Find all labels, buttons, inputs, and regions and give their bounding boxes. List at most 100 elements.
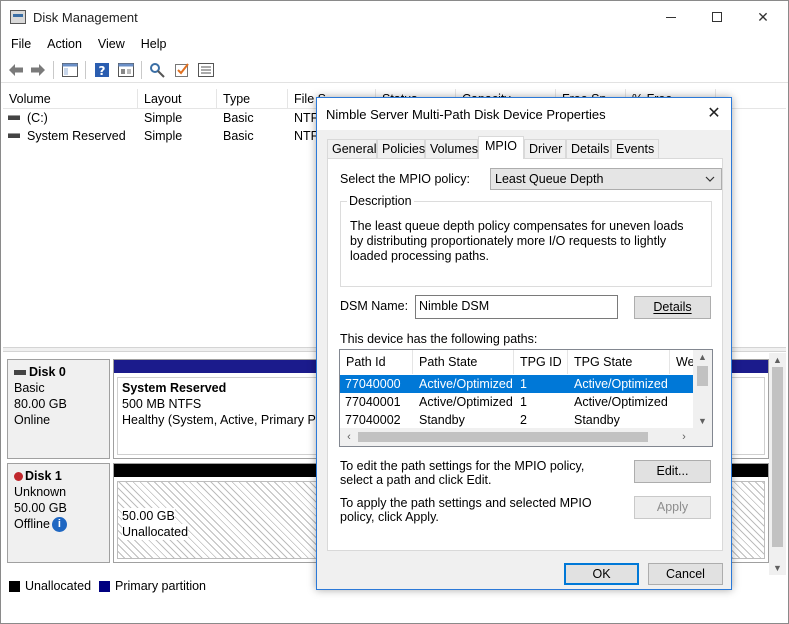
scroll-down-icon[interactable]: ▼ (769, 561, 786, 575)
path-tpg-state: Standby (574, 413, 620, 427)
tab-volumes[interactable]: Volumes (425, 139, 478, 159)
tab-general[interactable]: General (327, 139, 377, 159)
legend-primary-partition: Primary partition (115, 579, 207, 593)
menu-file[interactable]: File (1, 34, 39, 55)
info-icon[interactable]: i (51, 517, 67, 533)
scroll-right-icon[interactable]: › (677, 428, 691, 446)
path-tpg-id: 1 (520, 377, 527, 391)
scroll-up-icon[interactable]: ▲ (693, 350, 712, 364)
edit-button[interactable]: Edit... (634, 460, 711, 483)
menu-action[interactable]: Action (39, 34, 90, 55)
dialog-close-button[interactable]: ✕ (701, 102, 727, 126)
dsm-name-label: DSM Name: (340, 299, 409, 313)
close-icon: ✕ (757, 8, 769, 25)
column-header-layout[interactable]: Layout (138, 89, 217, 109)
volume-name: System Reserved (27, 129, 126, 143)
scrollbar-thumb[interactable] (772, 367, 783, 547)
close-icon: ✕ (707, 105, 721, 122)
back-arrow-icon[interactable] (7, 61, 25, 78)
window-title: Disk Management (33, 10, 138, 25)
properties-icon[interactable] (117, 61, 135, 78)
path-row[interactable]: 77040002 Standby 2 Standby (340, 411, 693, 429)
scrollbar-thumb[interactable] (697, 366, 708, 386)
path-row[interactable]: 77040001 Active/Optimized 1 Active/Optim… (340, 393, 693, 411)
volume-layout: Simple (144, 129, 183, 143)
ok-button-label: OK (592, 567, 611, 581)
mpio-tab-panel: Select the MPIO policy: Least Queue Dept… (327, 158, 723, 551)
close-button[interactable]: ✕ (740, 1, 786, 33)
volume-type: Basic (223, 111, 254, 125)
path-tpg-state: Active/Optimized (574, 395, 668, 409)
tab-driver[interactable]: Driver (524, 139, 566, 159)
path-state: Standby (419, 413, 465, 427)
maximize-button[interactable] (694, 1, 740, 33)
tab-policies[interactable]: Policies (377, 139, 425, 159)
console-tree-icon[interactable] (61, 61, 79, 78)
rescan-icon[interactable] (149, 61, 167, 78)
tab-details[interactable]: Details (566, 139, 611, 159)
paths-vertical-scrollbar[interactable]: ▲ ▼ (693, 350, 712, 428)
scroll-left-icon[interactable]: ‹ (342, 428, 356, 446)
edit-instructions: To edit the path settings for the MPIO p… (340, 459, 585, 487)
disk-list-icon[interactable] (197, 61, 215, 78)
cancel-button[interactable]: Cancel (648, 563, 723, 585)
policy-label: Select the MPIO policy: (340, 172, 470, 186)
toolbar-separator (53, 61, 54, 79)
disk-0-kind: Basic (14, 381, 45, 395)
apply-button[interactable]: Apply (634, 496, 711, 519)
primary-partition-swatch (99, 580, 111, 592)
disk-0-label[interactable]: Disk 0 Basic 80.00 GB Online (7, 359, 110, 459)
disk-1-name: Disk 1 (25, 469, 62, 483)
disk-1-label[interactable]: Disk 1 Unknown 50.00 GB Offline i (7, 463, 110, 563)
menu-view[interactable]: View (90, 34, 133, 55)
graphical-view-scrollbar[interactable]: ▲ ▼ (769, 353, 786, 575)
column-header-volume[interactable]: Volume (3, 89, 138, 109)
mpio-policy-select[interactable]: Least Queue Depth (490, 168, 722, 190)
dsm-name-field[interactable]: Nimble DSM (415, 295, 618, 319)
unallocated-swatch (9, 580, 20, 592)
disk-1-kind: Unknown (14, 485, 67, 499)
minimize-button[interactable] (648, 1, 694, 33)
chevron-down-icon (705, 169, 715, 197)
toolbar: ? (1, 57, 788, 83)
path-tpg-id: 2 (520, 413, 527, 427)
checklist-icon[interactable] (173, 61, 191, 78)
description-title: Description (347, 194, 414, 208)
volume-file-system: NTF (294, 111, 319, 125)
path-id: 77040000 (345, 377, 401, 391)
menu-help[interactable]: Help (133, 34, 175, 55)
paths-horizontal-scrollbar[interactable]: ‹ › (340, 428, 693, 446)
column-header-path-state[interactable]: Path State (413, 350, 514, 374)
column-header-tpg-id[interactable]: TPG ID (514, 350, 568, 374)
paths-list: Path Id Path State TPG ID TPG State We 7… (339, 349, 713, 447)
disk-icon (14, 370, 26, 376)
column-header-tpg-state[interactable]: TPG State (568, 350, 670, 374)
scrollbar-thumb[interactable] (358, 432, 648, 442)
details-button[interactable]: Details (634, 296, 711, 319)
legend-unallocated: Unallocated (25, 579, 92, 593)
forward-arrow-icon[interactable] (29, 61, 47, 78)
tab-events[interactable]: Events (611, 139, 659, 159)
tab-mpio[interactable]: MPIO (478, 136, 524, 159)
dialog-title-bar: Nimble Server Multi-Path Disk Device Pro… (317, 98, 731, 130)
scroll-up-icon[interactable]: ▲ (769, 353, 786, 367)
ok-button[interactable]: OK (564, 563, 639, 585)
path-row[interactable]: 77040000 Active/Optimized 1 Active/Optim… (340, 375, 693, 393)
disk-0-size: 80.00 GB (14, 397, 67, 411)
svg-text:?: ? (99, 64, 106, 78)
scrollbar-corner (693, 428, 712, 446)
column-header-type[interactable]: Type (217, 89, 288, 109)
dialog-tabs: General Policies Volumes MPIO Driver Det… (327, 136, 723, 159)
path-id: 77040001 (345, 395, 401, 409)
toolbar-separator (85, 61, 86, 79)
help-icon[interactable]: ? (93, 61, 111, 78)
apply-instructions: To apply the path settings and selected … (340, 496, 592, 524)
path-state: Active/Optimized (419, 395, 513, 409)
column-header-path-id[interactable]: Path Id (340, 350, 413, 374)
path-tpg-state: Active/Optimized (574, 377, 668, 391)
description-group: Description The least queue depth policy… (340, 194, 712, 287)
paths-label: This device has the following paths: (340, 332, 538, 346)
scroll-down-icon[interactable]: ▼ (693, 414, 712, 428)
disk-0-name: Disk 0 (29, 365, 66, 379)
disk-0-status: Online (14, 413, 51, 427)
